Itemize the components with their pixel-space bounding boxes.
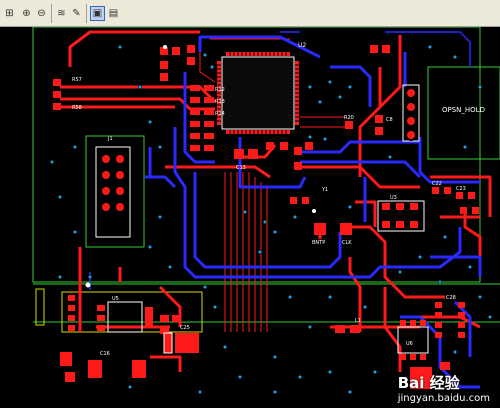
ref-label: L1 — [355, 318, 361, 324]
ref-label: C13 — [236, 165, 246, 171]
ref-label: R58 — [72, 105, 82, 111]
ref-label: R12 — [215, 87, 225, 93]
top-trace — [150, 355, 182, 372]
ic-u3 — [377, 200, 425, 232]
ref-label: C22 — [432, 181, 442, 187]
polarized-cap — [163, 332, 173, 354]
ref-label: C16 — [100, 351, 110, 357]
opsn-hold-label: OPSN_HOLD — [442, 106, 485, 114]
bottom-trace-thin — [385, 31, 471, 67]
ref-label: Y1 — [321, 187, 328, 193]
toolbar-separator — [51, 4, 52, 23]
zoom-in-icon[interactable]: ⊕ — [19, 6, 34, 21]
bottom-trace — [145, 175, 177, 189]
ref-label: U5 — [112, 296, 119, 302]
ref-label: U3 — [390, 195, 397, 201]
watermark: Bai 经验 jingyan.baidu.com — [398, 372, 490, 404]
ref-label: R20 — [344, 115, 354, 121]
zoom-out-icon[interactable]: ⊖ — [34, 6, 49, 21]
top-trace-thin — [199, 47, 216, 83]
ref-label: C25 — [180, 325, 190, 331]
ref-label: C8 — [386, 117, 393, 123]
passive-pads-right — [290, 45, 479, 214]
ref-label: U6 — [406, 341, 413, 347]
ref-label: J1 — [107, 136, 113, 142]
test-point-label: BNTP — [312, 240, 325, 246]
ref-label: C23 — [456, 186, 466, 192]
top-trace — [68, 30, 200, 67]
board-view-icon[interactable]: ▤ — [106, 6, 121, 21]
ref-label: C28 — [446, 295, 456, 301]
pcb-canvas[interactable]: U2 R57 R58 R12 R13 R14 J1 OPSN_HOLD C13 … — [0, 27, 500, 408]
layer-view-icon[interactable]: ▣ — [90, 6, 105, 21]
pcb-layout: U2 R57 R58 R12 R13 R14 J1 OPSN_HOLD C13 … — [32, 27, 500, 395]
zoom-area-icon[interactable]: ⊞ — [2, 6, 17, 21]
pen-tool-icon[interactable]: ✎ — [69, 6, 84, 21]
opsn-hold-header — [402, 84, 420, 142]
ref-label: R57 — [72, 77, 82, 83]
bottom-trace — [340, 227, 462, 279]
bottom-trace — [453, 300, 472, 357]
toolbar-separator — [86, 4, 87, 23]
route-tool-icon[interactable]: ≋ — [54, 6, 69, 21]
top-trace — [340, 225, 445, 299]
ref-label: R13 — [215, 99, 225, 105]
ref-label: U2 — [298, 42, 306, 49]
board-edge-marker — [35, 288, 45, 326]
mcu-u2 — [217, 52, 299, 134]
test-points — [314, 223, 352, 235]
top-trace — [165, 165, 271, 179]
test-point-label: CLK — [342, 240, 352, 246]
watermark-url: jingyan.baidu.com — [397, 393, 490, 404]
connector-j1 — [95, 146, 131, 238]
ref-label: R14 — [215, 111, 225, 117]
viewer-toolbar: ⊞ ⊕ ⊖ ≋ ✎ ▣ ▤ — [0, 0, 500, 27]
watermark-logo: Bai 经验 — [397, 374, 460, 392]
ic-u6 — [397, 320, 429, 360]
